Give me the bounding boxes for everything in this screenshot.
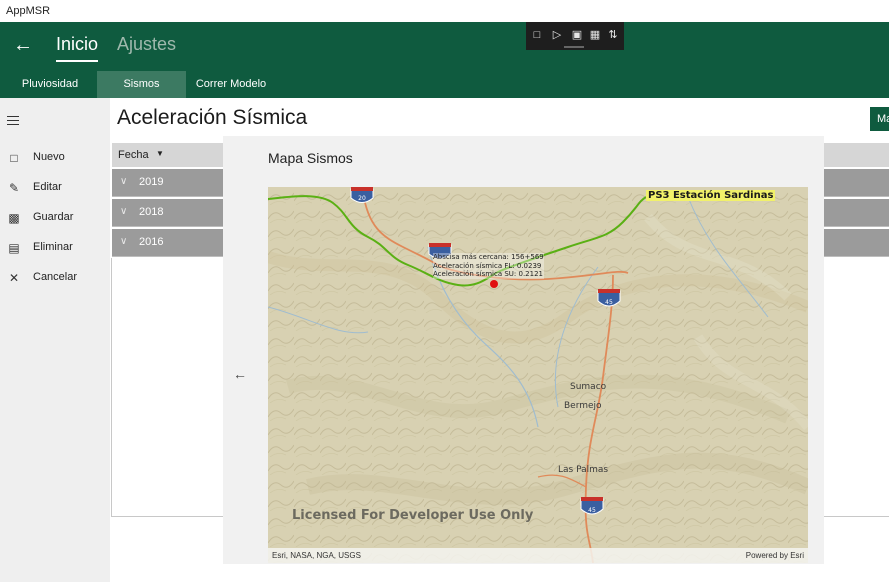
new-icon: □ <box>10 151 18 165</box>
nuevo-button[interactable]: □ Nuevo <box>0 145 110 171</box>
fecha-column-label: Fecha <box>118 149 149 161</box>
track-focus-icon[interactable]: ▦ <box>588 28 602 42</box>
tab-correr-modelo[interactable]: Correr Modelo <box>186 71 276 98</box>
group-label: 2019 <box>139 176 164 188</box>
tab-pluviosidad[interactable]: Pluviosidad <box>0 71 100 98</box>
chevron-down-icon: ∨ <box>120 206 128 217</box>
cancelar-button[interactable]: ✕ Cancelar <box>0 265 110 291</box>
terrain-basemap: 20 45 45 <box>268 187 808 563</box>
app-header: ← Inicio Ajustes □ ▷ ▣ ▦ ⇅ <box>0 22 889 71</box>
eq-info-line: Aceleración sísmica FL: 0.0239 <box>433 261 542 270</box>
earthquake-epicenter-marker <box>490 280 498 288</box>
nav-inicio[interactable]: Inicio <box>56 34 98 55</box>
powered-by-esri[interactable]: Powered by Esri <box>746 548 804 563</box>
station-label[interactable]: PS3 Estación Sardinas <box>646 190 776 201</box>
group-label: 2016 <box>139 236 164 248</box>
grid-border <box>111 258 112 517</box>
highway-shield-icon: 20 <box>350 187 374 203</box>
svg-text:45: 45 <box>605 299 613 306</box>
guardar-button[interactable]: ▩ Guardar <box>0 205 110 231</box>
hamburger-menu-icon[interactable] <box>7 116 19 125</box>
hot-reload-icon[interactable]: ⇅ <box>606 28 620 42</box>
select-element-icon[interactable]: □ <box>530 28 544 42</box>
eq-info-line: Aceleración sísmica SU: 0.2121 <box>433 270 543 278</box>
earthquake-info-callout: Abscisa más cercana: 156+569 Aceleración… <box>433 253 544 279</box>
window-title: AppMSR <box>0 0 889 22</box>
eq-info-line: Abscisa más cercana: 156+569 <box>433 253 544 261</box>
delete-icon: ▤ <box>8 241 20 255</box>
section-tabs: Pluviosidad Sismos Correr Modelo <box>0 71 889 98</box>
close-icon: ✕ <box>8 271 20 285</box>
page-title: Aceleración Sísmica <box>117 106 308 129</box>
edit-icon: ✎ <box>8 181 20 195</box>
save-icon: ▩ <box>8 211 20 225</box>
map-dialog: Mapa Sismos ← 20 45 45 PS3 Estación Sard… <box>223 136 824 564</box>
layout-adorner-icon[interactable]: ▣ <box>570 28 584 42</box>
editar-button[interactable]: ✎ Editar <box>0 175 110 201</box>
nav-active-indicator <box>56 60 98 62</box>
guardar-label: Guardar <box>33 211 74 223</box>
eliminar-button[interactable]: ▤ Eliminar <box>0 235 110 261</box>
dialog-title: Mapa Sismos <box>268 150 353 166</box>
eliminar-label: Eliminar <box>33 241 73 253</box>
sort-descending-icon: ▼ <box>156 149 164 158</box>
nuevo-label: Nuevo <box>33 151 65 163</box>
pointer-icon[interactable]: ▷ <box>550 28 564 42</box>
command-pane: □ Nuevo ✎ Editar ▩ Guardar ▤ Eliminar ✕ … <box>0 98 110 582</box>
debug-toolbar: □ ▷ ▣ ▦ ⇅ <box>526 22 624 50</box>
toolbar-grip[interactable] <box>564 46 584 48</box>
chevron-down-icon: ∨ <box>120 176 128 187</box>
attribution-sources: Esri, NASA, NGA, USGS <box>272 551 361 560</box>
place-label-bermejo: Bermejo <box>564 401 602 411</box>
place-label-sumaco: Sumaco <box>570 382 607 392</box>
svg-text:45: 45 <box>588 507 596 514</box>
cancelar-label: Cancelar <box>33 271 78 283</box>
map-view[interactable]: 20 45 45 PS3 Estación Sardinas Abscisa m… <box>268 187 808 563</box>
place-label-las-palmas: Las Palmas <box>558 465 609 475</box>
svg-text:20: 20 <box>358 195 366 202</box>
highway-shield-icon: 45 <box>580 497 604 515</box>
back-arrow-icon[interactable]: ← <box>10 32 36 58</box>
group-label: 2018 <box>139 206 164 218</box>
map-button[interactable]: Ma <box>870 107 889 131</box>
map-attribution-bar: Esri, NASA, NGA, USGS Powered by Esri <box>268 548 808 563</box>
highway-shield-icon: 45 <box>597 289 621 307</box>
license-watermark: Licensed For Developer Use Only <box>292 508 534 523</box>
nav-ajustes[interactable]: Ajustes <box>117 34 176 55</box>
chevron-down-icon: ∨ <box>120 236 128 247</box>
tab-sismos[interactable]: Sismos <box>97 71 186 98</box>
editar-label: Editar <box>33 181 62 193</box>
dialog-back-arrow-icon[interactable]: ← <box>233 366 247 382</box>
